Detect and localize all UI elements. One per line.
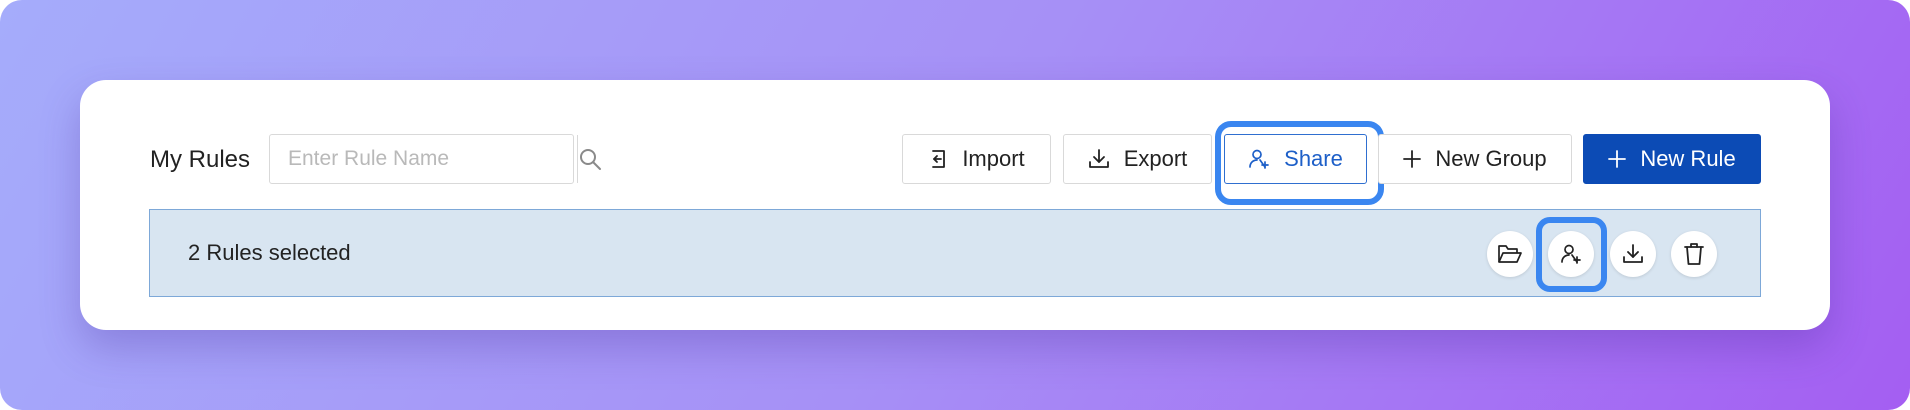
share-selected-button[interactable] bbox=[1548, 231, 1594, 277]
trash-icon bbox=[1683, 242, 1705, 266]
export-label: Export bbox=[1123, 146, 1188, 171]
new-rule-button[interactable]: New Rule bbox=[1583, 134, 1761, 184]
import-label: Import bbox=[962, 146, 1025, 171]
page-title: My Rules bbox=[150, 146, 251, 173]
import-button[interactable]: Import bbox=[902, 134, 1051, 184]
search-icon bbox=[578, 147, 602, 171]
background: My Rules Import bbox=[0, 0, 1910, 410]
folder-open-icon bbox=[1497, 243, 1523, 265]
share-label: Share bbox=[1284, 146, 1343, 171]
plus-icon bbox=[1608, 150, 1627, 168]
import-icon bbox=[928, 149, 948, 169]
delete-selected-button[interactable] bbox=[1671, 231, 1717, 277]
selection-bar: 2 Rules selected bbox=[149, 209, 1761, 297]
search-input[interactable] bbox=[270, 135, 577, 183]
share-button[interactable]: Share bbox=[1224, 134, 1367, 184]
export-button[interactable]: Export bbox=[1063, 134, 1212, 184]
export-selected-button[interactable] bbox=[1610, 231, 1656, 277]
share-user-icon bbox=[1560, 243, 1582, 265]
new-rule-label: New Rule bbox=[1640, 146, 1736, 171]
download-icon bbox=[1622, 243, 1644, 265]
search-button[interactable] bbox=[577, 135, 602, 183]
download-icon bbox=[1088, 148, 1110, 170]
new-group-label: New Group bbox=[1435, 146, 1547, 171]
share-user-icon bbox=[1248, 148, 1270, 170]
rules-panel: My Rules Import bbox=[80, 80, 1830, 330]
selection-count: 2 Rules selected bbox=[188, 240, 351, 265]
plus-icon bbox=[1403, 150, 1422, 168]
move-to-group-button[interactable] bbox=[1487, 231, 1533, 277]
new-group-button[interactable]: New Group bbox=[1378, 134, 1572, 184]
search-box bbox=[269, 134, 601, 184]
